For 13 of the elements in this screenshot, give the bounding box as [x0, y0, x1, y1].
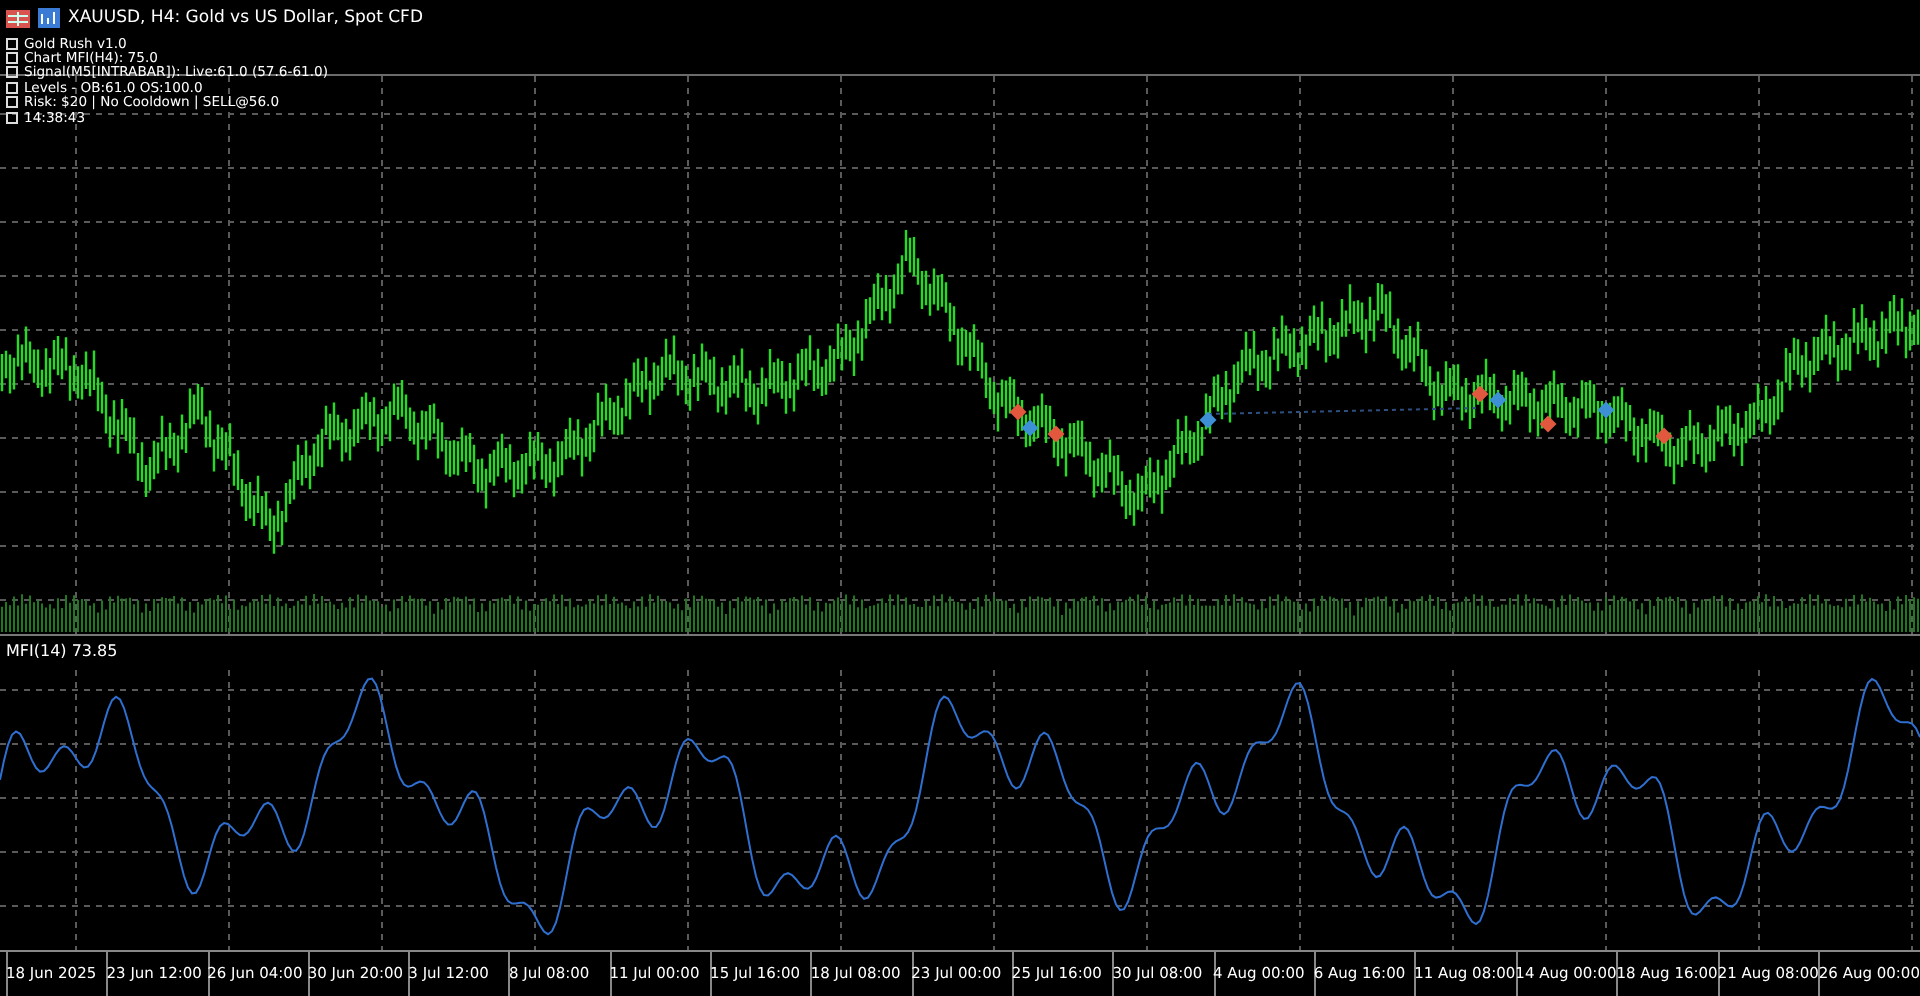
signal-marker-icon — [1021, 419, 1039, 437]
chart-title: XAUUSD, H4: Gold vs US Dollar, Spot CFD — [68, 8, 423, 28]
signal-marker-icon — [1199, 411, 1217, 429]
signal-marker-icon — [1655, 427, 1673, 445]
signal-marker-icon — [1539, 415, 1557, 433]
indicator-label: MFI(14) 73.85 — [6, 642, 118, 660]
signal-marker-icon — [1489, 391, 1507, 409]
grid-icon — [6, 9, 30, 27]
signal-marker-icon — [1047, 425, 1065, 443]
signal-marker-icon — [1471, 385, 1489, 403]
signal-marker-icon — [1009, 403, 1027, 421]
signal-marker-icon — [1597, 401, 1615, 419]
chart-icon — [38, 8, 60, 28]
